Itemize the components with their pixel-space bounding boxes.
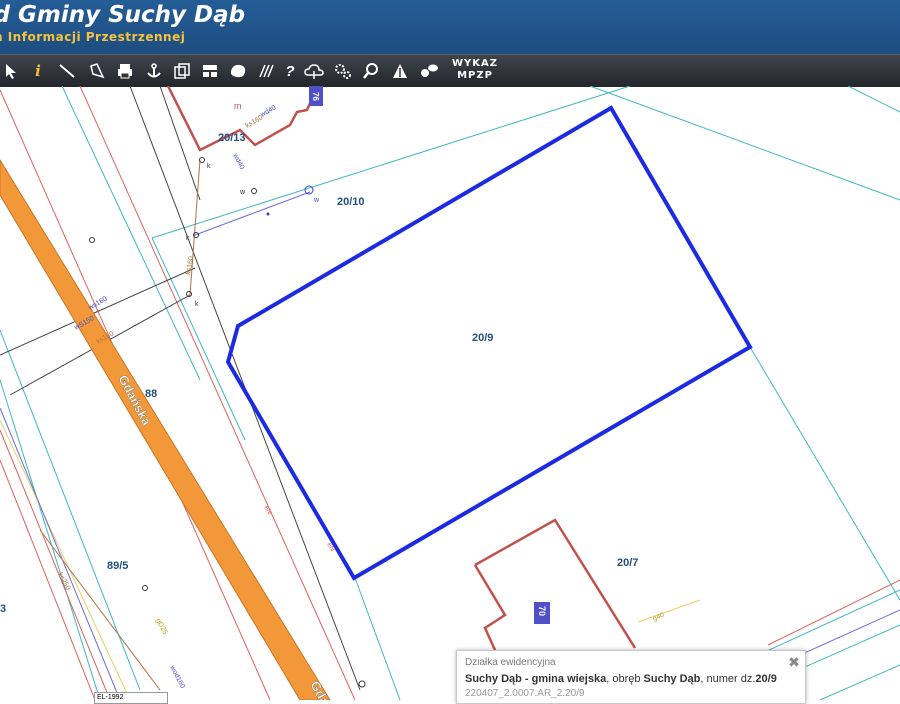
parcel-label-20-7: 20/7 bbox=[617, 557, 638, 569]
layout-icon[interactable] bbox=[199, 60, 221, 82]
cloud-icon[interactable] bbox=[303, 60, 325, 82]
popup-numer-prefix: , numer dz. bbox=[700, 673, 756, 685]
app-subtitle: n Informacji Przestrzennej bbox=[0, 30, 186, 44]
app-header: ąd Gminy Suchy Dąb n Informacji Przestrz… bbox=[0, 0, 900, 54]
popup-gmina: Suchy Dąb - gmina wiejska bbox=[465, 673, 607, 685]
crs-select[interactable]: EL-1992 bbox=[94, 692, 168, 704]
road-sign-icon[interactable] bbox=[389, 60, 411, 82]
app-title: ąd Gminy Suchy Dąb bbox=[0, 2, 246, 28]
parcel-label-88: 88 bbox=[145, 388, 157, 400]
help-icon[interactable]: ? bbox=[279, 60, 301, 82]
parcel-label-20-13: 20/13 bbox=[218, 132, 246, 144]
hatch-icon[interactable] bbox=[255, 60, 277, 82]
popup-details: 220407_2.0007.AR_2.20/9 bbox=[465, 688, 585, 699]
utility-label: w bbox=[313, 197, 320, 204]
parcel-info-popup: Działka ewidencyjna Suchy Dąb - gmina wi… bbox=[456, 650, 806, 704]
utility-lines bbox=[0, 86, 361, 691]
close-icon[interactable]: ✖ bbox=[787, 655, 801, 669]
utility-label: wd40 bbox=[231, 152, 246, 171]
parcel-label-20-10: 20/10 bbox=[337, 196, 365, 208]
popup-description: Suchy Dąb - gmina wiejska, obręb Suchy D… bbox=[465, 673, 777, 685]
parcel-label-20-9: 20/9 bbox=[472, 332, 493, 344]
building-number-top: 76 bbox=[311, 92, 320, 101]
utility-label: wod160 bbox=[168, 664, 186, 690]
print-icon[interactable] bbox=[114, 60, 136, 82]
popup-title: Działka ewidencyjna bbox=[465, 657, 556, 668]
parcel-label-89-5: 89/5 bbox=[107, 560, 128, 572]
utility-label: k bbox=[186, 235, 190, 242]
info-tool-icon[interactable]: i bbox=[27, 60, 49, 82]
utility-label: w bbox=[239, 189, 246, 196]
popup-numer: 20/9 bbox=[755, 673, 777, 685]
measure-line-icon[interactable] bbox=[56, 60, 78, 82]
popup-obreb: Suchy Dąb bbox=[643, 673, 701, 685]
wykaz-mpzp-button[interactable]: WYKAZ MPZP bbox=[450, 58, 500, 82]
utility-label: eN bbox=[262, 505, 272, 516]
parcel-label-edge: 3 bbox=[0, 603, 6, 615]
water-point bbox=[266, 212, 270, 216]
copy-icon[interactable] bbox=[171, 60, 193, 82]
utility-label: gD25 bbox=[154, 618, 168, 636]
shape-icon[interactable] bbox=[227, 60, 249, 82]
zoom-icon[interactable] bbox=[360, 60, 382, 82]
settings-icon[interactable] bbox=[332, 60, 354, 82]
sewer-lines bbox=[39, 159, 201, 691]
popup-obreb-prefix: , obręb bbox=[606, 673, 644, 685]
building-bottom-left bbox=[473, 564, 507, 651]
utility-label: ks160 bbox=[185, 256, 195, 276]
map-canvas[interactable]: Gdańska Gda 76 70 20/13 20/10 20/9 20/7 … bbox=[0, 86, 900, 700]
utility-label: k bbox=[195, 301, 199, 308]
building-bottom bbox=[474, 518, 637, 649]
chat-icon[interactable] bbox=[418, 60, 440, 82]
survey-points bbox=[89, 157, 366, 688]
pointer-tool-icon[interactable] bbox=[0, 60, 22, 82]
utility-label: k bbox=[207, 163, 211, 170]
water-lines bbox=[0, 191, 900, 700]
utility-label: wd40 bbox=[259, 104, 278, 119]
map-svg[interactable]: Gdańska Gda 76 70 20/13 20/10 20/9 20/7 … bbox=[0, 86, 900, 700]
mpzp-label: MPZP bbox=[457, 70, 493, 81]
anchor-icon[interactable] bbox=[143, 60, 165, 82]
measure-area-icon[interactable] bbox=[86, 60, 108, 82]
wykaz-label: WYKAZ bbox=[451, 58, 498, 69]
toolbar: i ? WYKAZ MPZP bbox=[0, 54, 900, 87]
utility-label: m bbox=[234, 101, 242, 111]
building-number-bottom: 70 bbox=[537, 606, 547, 616]
road-gdanska bbox=[0, 159, 331, 700]
